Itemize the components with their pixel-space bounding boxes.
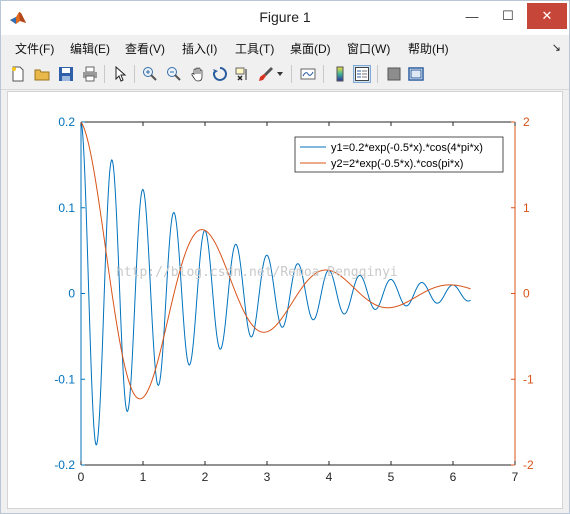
x-tick-label: 7 (512, 470, 519, 484)
show-plot-tools-icon[interactable] (407, 65, 425, 83)
legend-icon[interactable] (353, 65, 371, 83)
brush-icon[interactable] (257, 65, 275, 83)
new-figure-icon[interactable] (9, 65, 27, 83)
zoom-out-icon[interactable] (165, 65, 183, 83)
link-plot-icon[interactable] (299, 65, 317, 83)
maximize-button[interactable]: ☐ (493, 3, 523, 29)
toolbar-separator (104, 65, 105, 83)
menu-edit[interactable]: 编辑(E) (70, 40, 110, 57)
legend-label-y2: y2=2*exp(-0.5*x).*cos(pi*x) (331, 158, 463, 170)
zoom-in-icon[interactable] (141, 65, 159, 83)
rotate-3d-icon[interactable] (211, 65, 229, 83)
x-tick-label: 3 (264, 470, 271, 484)
edit-plot-arrow-icon[interactable] (111, 65, 129, 83)
y-left-tick-label: -0.2 (54, 458, 75, 472)
x-tick-label: 4 (326, 470, 333, 484)
menu-insert[interactable]: 插入(I) (182, 40, 217, 57)
data-cursor-icon[interactable] (233, 65, 251, 83)
colorbar-icon[interactable] (331, 65, 349, 83)
open-file-icon[interactable] (33, 65, 51, 83)
brush-dropdown-icon[interactable] (275, 65, 285, 83)
menu-desktop[interactable]: 桌面(D) (290, 40, 331, 57)
figure-canvas[interactable]: 0 1 2 3 4 5 6 7 0.2 0.1 0 -0.1 -0.2 2 1 0 -1 -2 y1=0.2*ex… (7, 91, 563, 509)
y-right-tick-label: -1 (523, 372, 534, 386)
figure-toolbar (1, 59, 569, 90)
y-left-tick-label: 0.2 (58, 115, 75, 129)
title-bar[interactable]: Figure 1 — ☐ ✕ (1, 1, 569, 35)
save-icon[interactable] (57, 65, 75, 83)
y-left-tick-label: 0.1 (58, 201, 75, 215)
menu-help[interactable]: 帮助(H) (408, 40, 449, 57)
legend-label-y1: y1=0.2*exp(-0.5*x).*cos(4*pi*x) (331, 142, 483, 154)
menu-view[interactable]: 查看(V) (125, 40, 165, 57)
y-left-tick-label: -0.1 (54, 372, 75, 386)
menu-tools[interactable]: 工具(T) (235, 40, 274, 57)
toolbar-separator (323, 65, 324, 83)
menu-window[interactable]: 窗口(W) (347, 40, 390, 57)
toolbar-separator (291, 65, 292, 83)
watermark-text: http://blog.csdn.net/Remoa_Dengqinyi (116, 265, 398, 280)
close-button[interactable]: ✕ (527, 3, 567, 29)
x-tick-label: 2 (202, 470, 209, 484)
minimize-button[interactable]: — (457, 3, 487, 29)
menu-overflow-icon[interactable]: ↘ (552, 41, 561, 54)
y-right-tick-label: 1 (523, 201, 530, 215)
pan-hand-icon[interactable] (189, 65, 207, 83)
x-tick-label: 0 (78, 470, 85, 484)
figure-window: Figure 1 — ☐ ✕ 文件(F) 编辑(E) 查看(V) 插入(I) 工… (0, 0, 570, 514)
x-tick-label: 5 (388, 470, 395, 484)
legend[interactable]: y1=0.2*exp(-0.5*x).*cos(4*pi*x) y2=2*exp… (294, 136, 504, 173)
y-right-tick-label: 0 (523, 287, 530, 301)
print-icon[interactable] (81, 65, 99, 83)
menu-file[interactable]: 文件(F) (15, 40, 54, 57)
menu-bar: 文件(F) 编辑(E) 查看(V) 插入(I) 工具(T) 桌面(D) 窗口(W… (1, 35, 569, 59)
y-right-tick-label: -2 (523, 458, 534, 472)
toolbar-separator (134, 65, 135, 83)
x-tick-label: 1 (140, 470, 147, 484)
y-left-tick-label: 0 (68, 287, 75, 301)
y-right-tick-label: 2 (523, 115, 530, 129)
hide-plot-tools-icon[interactable] (385, 65, 403, 83)
x-tick-label: 6 (450, 470, 457, 484)
toolbar-separator (377, 65, 378, 83)
